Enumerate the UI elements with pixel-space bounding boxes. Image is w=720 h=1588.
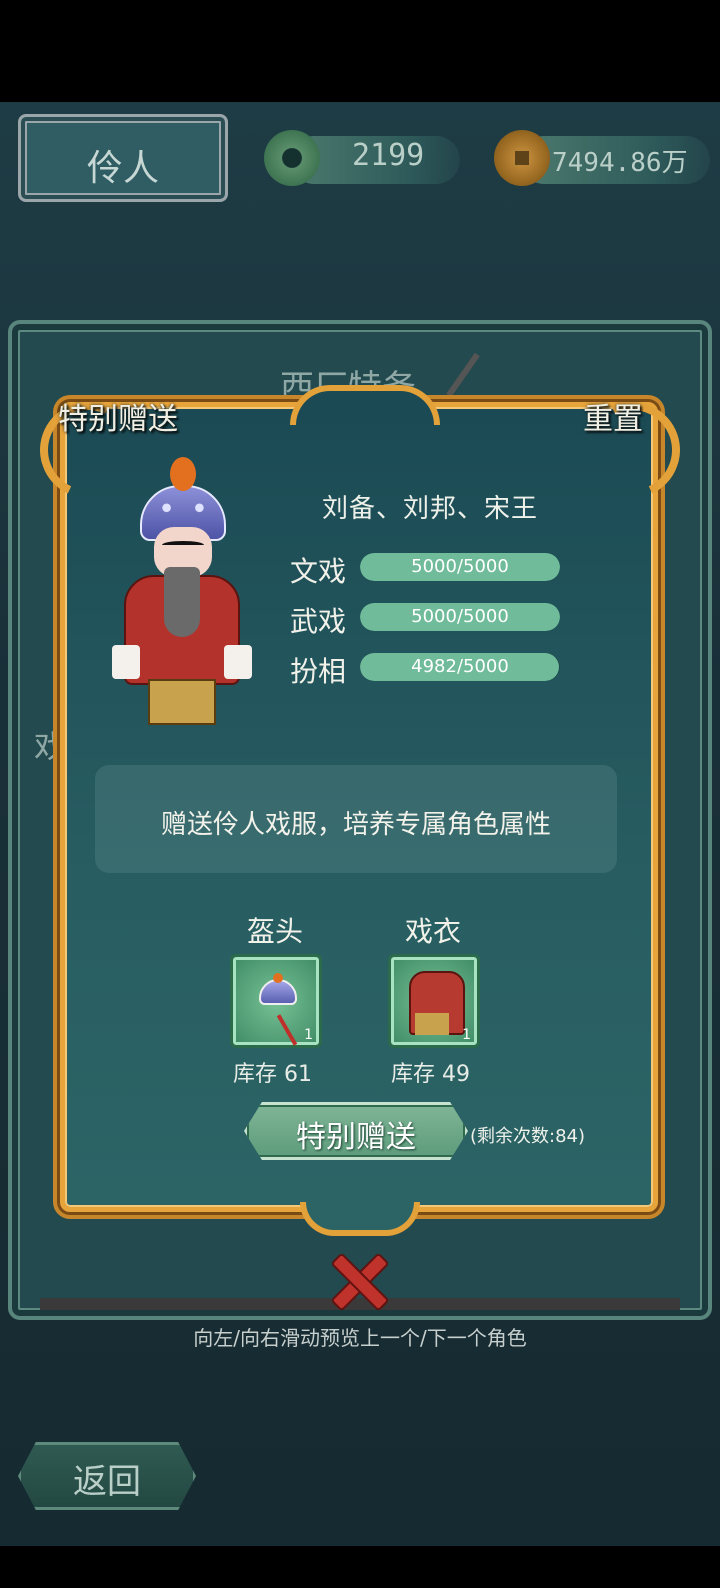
swipe-hint: 向左/向右滑动预览上一个/下一个角色 — [193, 1326, 527, 1350]
item-robe[interactable]: 1 — [388, 954, 480, 1048]
item-stock-robe: 库存 49 — [391, 1062, 470, 1087]
item-title-robe: 戏衣 — [405, 915, 462, 948]
item-count: 1 — [304, 1027, 313, 1043]
tab-special-gift[interactable]: 特别赠送 — [58, 394, 178, 438]
jade-coin-icon — [264, 130, 320, 186]
character-portrait — [112, 457, 252, 727]
jade-amount: 2199 — [352, 138, 425, 173]
game-area: 伶人 2199 7494.86万 西厂特务 戏 特别赠送 重置 — [0, 102, 720, 1546]
stat-label: 扮相 — [290, 655, 347, 688]
copper-coin-icon — [494, 130, 550, 186]
portrait-sleeve-left — [112, 645, 140, 679]
back-button-label[interactable]: 返回 — [18, 1454, 196, 1503]
stat-value: 4982/5000 — [411, 656, 509, 677]
special-gift-button-label[interactable]: 特别赠送 — [244, 1112, 468, 1156]
bottom-crest-ornament — [300, 1202, 420, 1236]
headdress-pompom — [273, 973, 283, 983]
robe-trim — [415, 1013, 449, 1035]
page-title: 伶人 — [86, 148, 159, 189]
stat-value: 5000/5000 — [411, 606, 509, 627]
remaining-count: (剩余次数:84) — [470, 1126, 586, 1147]
portrait-eyes — [162, 541, 204, 549]
description-text: 赠送伶人戏服，培养专属角色属性 — [160, 810, 551, 840]
headdress-tassel — [276, 1014, 298, 1046]
page-title-box: 伶人 — [18, 114, 228, 202]
stat-label: 武戏 — [290, 605, 347, 638]
item-count: 1 — [462, 1027, 471, 1043]
portrait-sleeve-right — [224, 645, 252, 679]
item-headdress[interactable]: 1 — [230, 954, 322, 1048]
stat-label: 文戏 — [290, 555, 347, 588]
reset-button[interactable]: 重置 — [583, 394, 643, 438]
character-roles: 刘备、刘邦、宋王 — [322, 494, 539, 524]
portrait-skirt — [148, 679, 216, 725]
headdress-icon — [251, 973, 305, 1046]
top-crest-ornament — [290, 385, 440, 425]
copper-amount: 7494.86万 — [552, 148, 688, 178]
portrait-pompom — [170, 457, 196, 491]
close-icon[interactable] — [330, 1252, 386, 1308]
screen: 伶人 2199 7494.86万 西厂特务 戏 特别赠送 重置 — [0, 0, 720, 1588]
item-stock-headdress: 库存 61 — [233, 1062, 312, 1087]
item-title-headdress: 盔头 — [247, 915, 304, 948]
portrait-beard — [164, 567, 200, 637]
stat-value: 5000/5000 — [411, 556, 509, 577]
